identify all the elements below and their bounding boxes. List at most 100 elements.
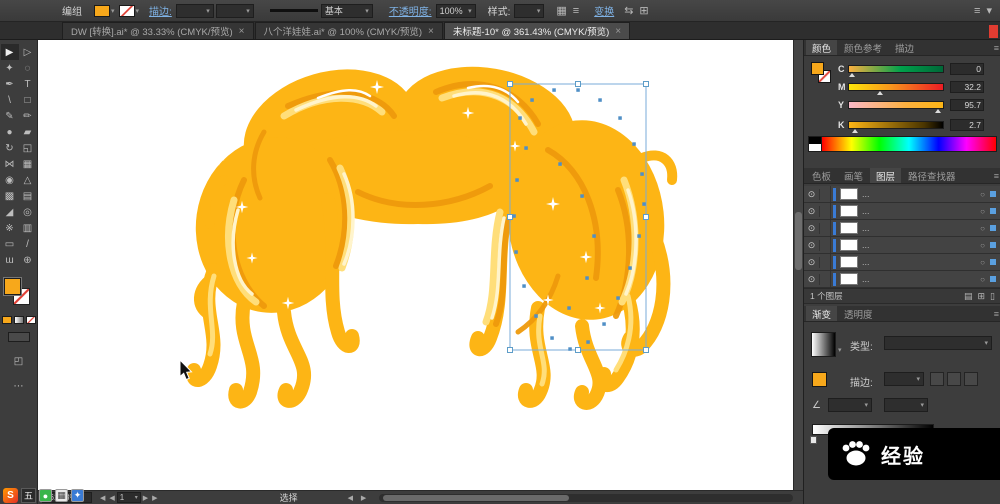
new-layer-icon[interactable]: ⊞ xyxy=(978,291,986,302)
arrange-icon[interactable]: ⊞ xyxy=(639,4,648,17)
yellow-value[interactable]: 95.7 xyxy=(950,99,984,111)
style-dropdown[interactable]: ▾ xyxy=(514,4,544,18)
target-icon[interactable]: ○ xyxy=(980,224,985,233)
type-tool-icon[interactable]: T xyxy=(19,76,37,92)
lock-cell[interactable] xyxy=(820,237,831,253)
artboard-nav-dropdown[interactable]: 1 ▾ xyxy=(117,492,141,503)
color-mode-button[interactable] xyxy=(2,316,12,324)
layer-thumbnail[interactable] xyxy=(840,256,858,268)
lock-cell[interactable] xyxy=(820,186,831,202)
language-mode-icon[interactable]: ● xyxy=(39,489,52,502)
none-mode-button[interactable] xyxy=(26,316,36,324)
document-tab-3-active[interactable]: 未标题-10* @ 361.43% (CMYK/预览) × xyxy=(444,22,630,39)
direct-selection-tool-icon[interactable]: ▷ xyxy=(19,44,37,60)
tab-color[interactable]: 颜色 xyxy=(806,40,837,55)
toolbar-more-icon[interactable]: ⋯ xyxy=(0,381,37,392)
selection-indicator[interactable] xyxy=(990,225,996,231)
status-menu-arrows[interactable]: ◀ ▶ xyxy=(348,494,370,502)
target-icon[interactable]: ○ xyxy=(980,207,985,216)
variable-width-dropdown[interactable]: ▾ xyxy=(216,4,254,18)
eye-icon[interactable]: ⊙ xyxy=(804,274,820,285)
paintbrush-tool-icon[interactable]: ✎ xyxy=(1,108,19,124)
black-white-swatches[interactable] xyxy=(808,136,822,152)
workspace-menu-icon[interactable]: ≡ xyxy=(974,5,980,17)
ime-settings-icon[interactable]: ✦ xyxy=(71,489,84,502)
stroke-gradient-option-2[interactable] xyxy=(947,372,961,386)
layer-label[interactable]: ... xyxy=(862,257,980,267)
gradient-dropdown-caret[interactable]: ▾ xyxy=(838,346,842,354)
panel-menu-icon[interactable]: ≡ xyxy=(994,43,999,53)
document-tab-1[interactable]: DW [转换].ai* @ 33.33% (CMYK/预览) × xyxy=(62,22,254,39)
black-slider[interactable] xyxy=(848,121,944,129)
blob-brush-tool-icon[interactable]: ● xyxy=(1,124,19,140)
rotate-tool-icon[interactable]: ↻ xyxy=(1,140,19,156)
close-icon[interactable]: × xyxy=(428,26,434,37)
target-icon[interactable]: ○ xyxy=(980,241,985,250)
tab-pathfinder[interactable]: 路径查找器 xyxy=(902,168,962,183)
cyan-value[interactable]: 0 xyxy=(950,63,984,75)
target-icon[interactable]: ○ xyxy=(980,275,985,284)
screen-mode-button[interactable] xyxy=(8,332,30,342)
yellow-slider[interactable] xyxy=(848,101,944,109)
canvas[interactable] xyxy=(38,40,793,490)
canvas-horizontal-scrollbar[interactable] xyxy=(379,494,793,502)
mesh-tool-icon[interactable]: ▩ xyxy=(1,188,19,204)
tab-gradient[interactable]: 渐变 xyxy=(806,306,837,321)
selection-indicator[interactable] xyxy=(990,259,996,265)
gradient-angle-input[interactable]: ▾ xyxy=(828,398,872,412)
fill-dropdown-caret[interactable]: ▾ xyxy=(111,7,115,15)
gradient-stroke-dropdown[interactable]: ▾ xyxy=(884,372,924,386)
eye-icon[interactable]: ⊙ xyxy=(804,240,820,251)
gradient-mode-button[interactable] xyxy=(14,316,24,324)
recolor-artwork-icon[interactable]: ▦ xyxy=(556,4,566,17)
artboard-tool-icon[interactable]: ▭ xyxy=(1,236,19,252)
selection-tool-icon[interactable]: ▶ xyxy=(1,44,19,60)
target-icon[interactable]: ○ xyxy=(980,190,985,199)
eye-icon[interactable]: ⊙ xyxy=(804,206,820,217)
selection-indicator[interactable] xyxy=(990,276,996,282)
shape-builder-tool-icon[interactable]: ◉ xyxy=(1,172,19,188)
layer-row[interactable]: ⊙ ... ○ xyxy=(804,186,1000,203)
vertical-scroll-thumb[interactable] xyxy=(795,212,802,270)
gradient-fill-swatch[interactable] xyxy=(812,372,827,387)
gradient-tool-icon[interactable]: ▤ xyxy=(19,188,37,204)
lock-cell[interactable] xyxy=(820,271,831,287)
zoom-tool-icon[interactable]: ⊕ xyxy=(19,252,37,268)
graph-tool-icon[interactable]: ▥ xyxy=(19,220,37,236)
brush-definition-dropdown[interactable]: 基本▾ xyxy=(321,4,373,18)
rectangle-tool-icon[interactable]: □ xyxy=(19,92,37,108)
line-tool-icon[interactable]: \ xyxy=(1,92,19,108)
color-proxy-fill-swatch[interactable] xyxy=(811,62,824,75)
document-tab-2[interactable]: 八个洋娃娃.ai* @ 100% (CMYK/预览) × xyxy=(255,22,443,39)
symbol-sprayer-tool-icon[interactable]: ※ xyxy=(1,220,19,236)
layer-thumbnail[interactable] xyxy=(840,188,858,200)
hand-tool-icon[interactable]: ɯ xyxy=(1,252,19,268)
transform-link[interactable]: 变换 xyxy=(594,3,614,18)
layer-thumbnail[interactable] xyxy=(840,222,858,234)
lock-cell[interactable] xyxy=(820,220,831,236)
prev-artboard-icon[interactable]: ◀ xyxy=(109,494,114,502)
scale-tool-icon[interactable]: ◱ xyxy=(19,140,37,156)
layer-label[interactable]: ... xyxy=(862,223,980,233)
selection-indicator[interactable] xyxy=(990,242,996,248)
layer-row[interactable]: ⊙ ... ○ xyxy=(804,203,1000,220)
magenta-slider[interactable] xyxy=(848,83,944,91)
stroke-gradient-option-1[interactable] xyxy=(930,372,944,386)
panel-options-caret[interactable]: ▾ xyxy=(986,4,992,17)
align-panel-icon[interactable]: ≡ xyxy=(573,5,579,17)
stroke-color-swatch[interactable] xyxy=(119,5,135,17)
opacity-input[interactable]: 100%▾ xyxy=(436,4,476,18)
gradient-preview-swatch[interactable] xyxy=(811,332,836,357)
stroke-weight-dropdown[interactable]: ▾ xyxy=(176,4,214,18)
last-artboard-icon[interactable]: ▶ xyxy=(152,494,157,502)
layer-thumbnail[interactable] xyxy=(840,273,858,285)
wubi-mode-button[interactable]: 五 xyxy=(21,488,36,503)
soft-keyboard-icon[interactable]: ▦ xyxy=(55,489,68,502)
eyedropper-tool-icon[interactable]: ◢ xyxy=(1,204,19,220)
tab-transparency[interactable]: 透明度 xyxy=(838,306,879,321)
perspective-grid-tool-icon[interactable]: △ xyxy=(19,172,37,188)
pencil-tool-icon[interactable]: ✏ xyxy=(19,108,37,124)
next-artboard-icon[interactable]: ▶ xyxy=(143,494,148,502)
layer-row[interactable]: ⊙ ... ○ xyxy=(804,271,1000,288)
layer-row[interactable]: ⊙ ... ○ xyxy=(804,220,1000,237)
